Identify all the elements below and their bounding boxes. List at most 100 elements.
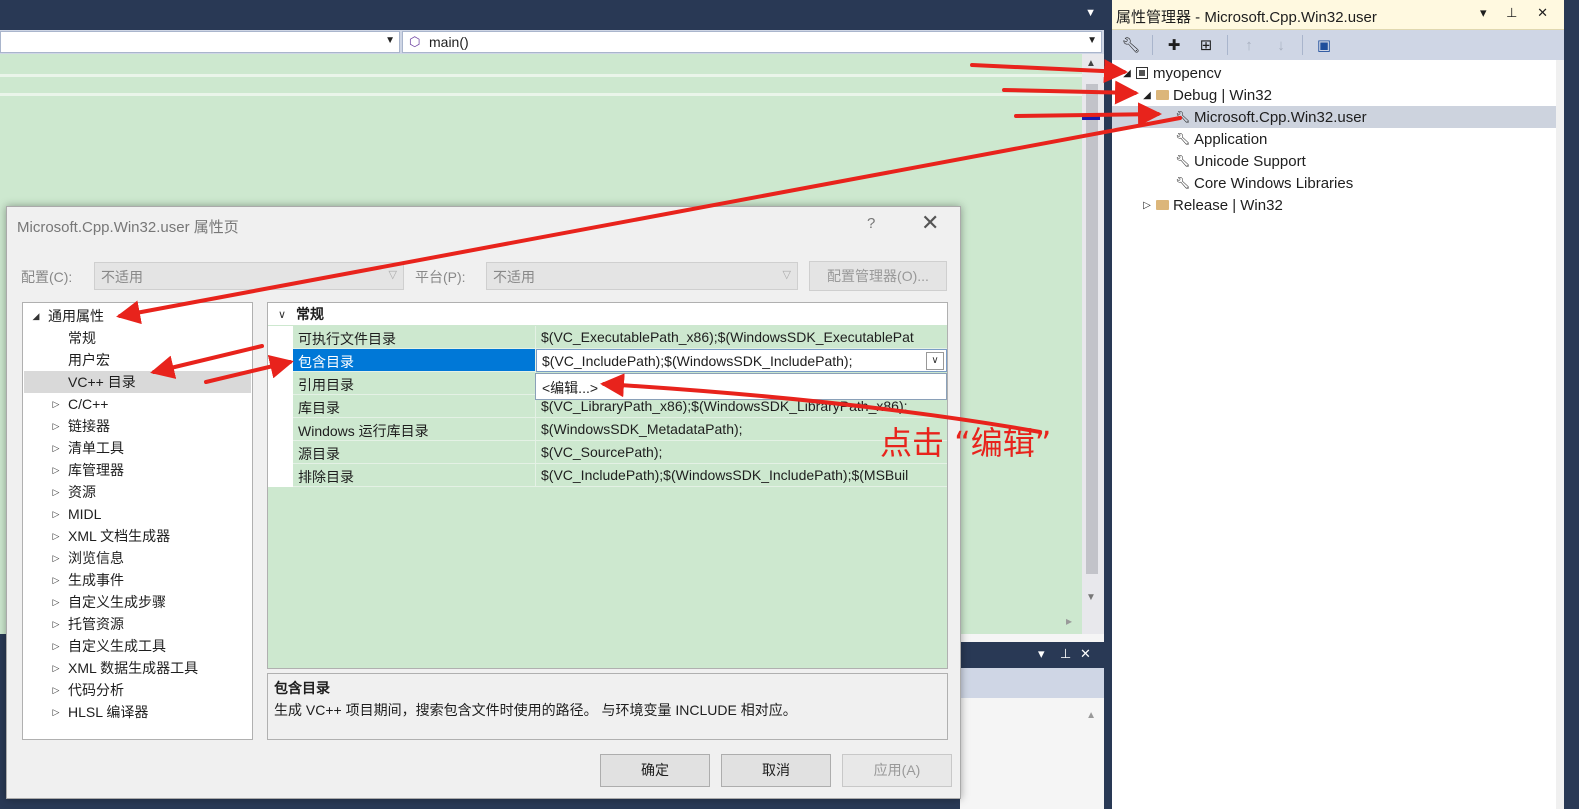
tree-node-group[interactable]: ▷ XML 数据生成器工具 [24, 657, 251, 679]
collapse-icon[interactable]: ◢ [1120, 68, 1134, 79]
scrollbar-thumb[interactable] [1086, 84, 1098, 574]
collapse-icon[interactable]: ◢ [30, 311, 42, 322]
grid-row-include-dirs[interactable]: 包含目录 $(VC_IncludePath);$(WindowsSDK_Incl… [268, 349, 947, 372]
config-label: 配置(C): [21, 269, 73, 285]
tree-node-release-config[interactable]: ▷ Release | Win32 [1140, 194, 1283, 216]
expand-icon[interactable]: ▷ [50, 707, 62, 718]
expand-icon[interactable]: ▷ [50, 531, 62, 542]
tree-node-vc-directories[interactable]: VC++ 目录 [24, 371, 251, 393]
tree-node-user-macros[interactable]: 用户宏 [24, 349, 251, 371]
member-combo[interactable]: ⬡ main() ▼ [402, 31, 1102, 53]
grid-row-winrt-dirs[interactable]: Windows 运行库目录 $(WindowsSDK_MetadataPath)… [268, 418, 947, 441]
expand-icon[interactable]: ▷ [50, 575, 62, 586]
wrench-icon: 🔧︎ [1175, 110, 1191, 124]
expand-icon[interactable]: ▷ [50, 597, 62, 608]
tree-node-group[interactable]: ▷ 清单工具 [24, 437, 251, 459]
platform-select[interactable]: 不适用 ▽ [486, 262, 798, 290]
expand-icon[interactable]: ▷ [50, 465, 62, 476]
property-manager-tree: ◢ myopencv ◢ Debug | Win32 🔧︎ Microsoft.… [1112, 60, 1564, 809]
panel-window-buttons[interactable]: ▾ ⊥ ✕ [1480, 5, 1556, 21]
tree-node-group[interactable]: ▷ 浏览信息 [24, 547, 251, 569]
expand-icon[interactable]: ▷ [50, 509, 62, 520]
project-icon [1136, 67, 1148, 79]
wrench-icon[interactable]: 🔧︎ [1120, 34, 1142, 56]
tree-node-project[interactable]: ◢ myopencv [1120, 62, 1560, 84]
tree-node-general[interactable]: 常规 [24, 327, 251, 349]
expand-icon[interactable]: ▷ [50, 685, 62, 696]
tab-dropdown-icon[interactable]: ▼ [1085, 7, 1096, 19]
expand-icon[interactable]: ▷ [1140, 200, 1154, 211]
config-manager-button[interactable]: 配置管理器(O)... [809, 261, 947, 291]
expand-icon[interactable]: ▷ [50, 663, 62, 674]
tree-node-group[interactable]: ▷ 生成事件 [24, 569, 251, 591]
tree-node-common-properties[interactable]: ◢ 通用属性 [24, 305, 251, 327]
tree-node-label: 链接器 [68, 418, 110, 434]
editor-scrollbar[interactable]: ▲ ▼ [1082, 54, 1104, 634]
tree-node-group[interactable]: ▷ 自定义生成工具 [24, 635, 251, 657]
grid-row-executable-dirs[interactable]: 可执行文件目录 $(VC_ExecutablePath_x86);$(Windo… [268, 326, 947, 349]
tree-node-label: 用户宏 [68, 352, 110, 368]
close-button[interactable]: ✕ [921, 212, 939, 234]
cancel-button[interactable]: 取消 [721, 754, 831, 787]
scope-combo[interactable]: ▼ [0, 31, 400, 53]
tree-node-sheet-unicode[interactable]: 🔧︎ Unicode Support [1174, 150, 1305, 172]
tree-node-group[interactable]: ▷ 自定义生成步骤 [24, 591, 251, 613]
output-pane: ▾ ⊥ ✕ ▲ [960, 634, 1104, 809]
tree-node-group[interactable]: ▷ 代码分析 [24, 679, 251, 701]
edit-option[interactable]: <编辑...> [542, 380, 598, 396]
tree-node-sheet-core-libs[interactable]: 🔧︎ Core Windows Libraries [1174, 172, 1353, 194]
apply-button[interactable]: 应用(A) [842, 754, 952, 787]
tree-node-group[interactable]: ▷ XML 文档生成器 [24, 525, 251, 547]
property-manager-scrollbar[interactable] [1556, 60, 1564, 809]
grid-row-value[interactable]: $(VC_IncludePath);$(WindowsSDK_IncludePa… [536, 464, 947, 487]
scroll-right-icon[interactable]: ▸ [1066, 614, 1072, 628]
move-down-icon[interactable]: ↓ [1270, 34, 1292, 56]
expand-icon[interactable]: ▷ [50, 487, 62, 498]
scroll-up-icon[interactable]: ▲ [1086, 58, 1096, 69]
expand-icon[interactable]: ▷ [50, 553, 62, 564]
expand-icon[interactable]: ▷ [50, 619, 62, 630]
save-icon[interactable]: ▣ [1313, 34, 1335, 56]
scroll-down-icon[interactable]: ▼ [1086, 592, 1096, 603]
collapse-icon[interactable]: ∨ [268, 308, 296, 321]
tree-node-group[interactable]: ▷ 库管理器 [24, 459, 251, 481]
tree-node-label: MIDL [68, 506, 102, 522]
tree-node-sheet-user[interactable]: 🔧︎ Microsoft.Cpp.Win32.user [1112, 106, 1556, 128]
tree-node-group[interactable]: ▷ C/C++ [24, 393, 251, 415]
tree-node-group[interactable]: ▷ 托管资源 [24, 613, 251, 635]
edit-option-dropdown[interactable]: <编辑...> [535, 373, 947, 400]
wrench-icon: 🔧︎ [1175, 154, 1191, 168]
expand-icon[interactable]: ▷ [50, 399, 62, 410]
scroll-up-icon[interactable]: ▲ [1086, 710, 1096, 721]
grid-row-source-dirs[interactable]: 源目录 $(VC_SourcePath); [268, 441, 947, 464]
tree-node-debug-config[interactable]: ◢ Debug | Win32 [1140, 84, 1560, 106]
collapse-icon[interactable]: ◢ [1140, 90, 1154, 101]
close-icon[interactable]: ✕ [1080, 646, 1091, 662]
grid-row-value[interactable]: $(VC_IncludePath);$(WindowsSDK_IncludePa… [536, 349, 947, 372]
add-new-sheet-icon[interactable]: ⊞ [1195, 34, 1217, 56]
tree-node-group[interactable]: ▷ MIDL [24, 503, 251, 525]
add-sheet-icon[interactable]: ✚ [1163, 34, 1185, 56]
grid-row-exclude-dirs[interactable]: 排除目录 $(VC_IncludePath);$(WindowsSDK_Incl… [268, 464, 947, 487]
expand-icon[interactable]: ▷ [50, 421, 62, 432]
tree-node-sheet-application[interactable]: 🔧︎ Application [1174, 128, 1267, 150]
move-up-icon[interactable]: ↑ [1238, 34, 1260, 56]
grid-row-value[interactable]: $(VC_ExecutablePath_x86);$(WindowsSDK_Ex… [536, 326, 947, 349]
tree-node-group[interactable]: ▷ HLSL 编译器 [24, 701, 251, 723]
expand-icon[interactable]: ▷ [50, 443, 62, 454]
tree-node-label: 自定义生成工具 [68, 638, 166, 654]
annotation-label: 点击 “编辑” [880, 424, 1052, 462]
value-dropdown-button[interactable]: ∨ [926, 352, 944, 370]
grid-category-header[interactable]: ∨ 常规 [268, 303, 947, 325]
folder-icon [1156, 90, 1169, 100]
ok-button[interactable]: 确定 [600, 754, 710, 787]
config-select[interactable]: 不适用 ▽ [94, 262, 404, 290]
editor-hscrollbar[interactable]: ▸ [960, 612, 1080, 632]
pane-dropdown-icon[interactable]: ▾ [1038, 646, 1045, 662]
wrench-icon: 🔧︎ [1175, 132, 1191, 146]
tree-node-group[interactable]: ▷ 资源 [24, 481, 251, 503]
expand-icon[interactable]: ▷ [50, 641, 62, 652]
help-button[interactable]: ? [867, 215, 875, 232]
pin-icon[interactable]: ⊥ [1060, 646, 1071, 662]
tree-node-group[interactable]: ▷ 链接器 [24, 415, 251, 437]
